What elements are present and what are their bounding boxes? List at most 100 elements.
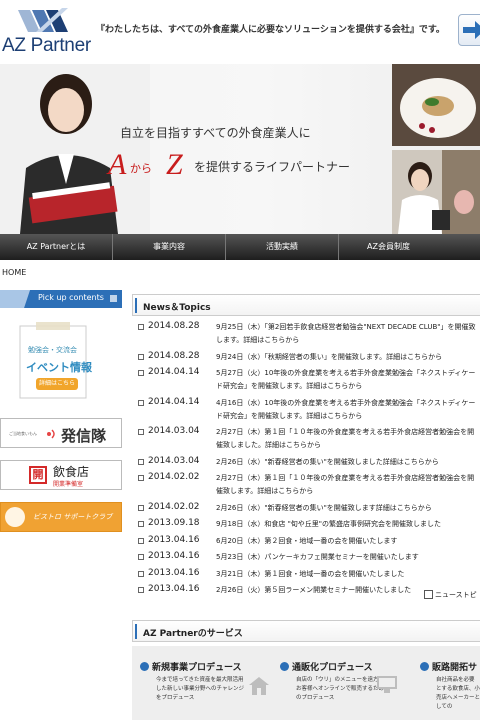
news-date: 2013.04.16: [148, 534, 200, 545]
arrow-circle-icon: [280, 662, 289, 671]
news-date: 2014.02.02: [148, 501, 200, 512]
inshoku-big-text: 飲食店: [53, 465, 90, 479]
news-item[interactable]: 2014.02.02 2月26日（水）"新春経営者の集い"を開催致します詳細はこち…: [138, 502, 480, 515]
services-section-header: AZ Partnerのサービス: [132, 620, 480, 642]
hero-headline: 自立を目指すすべての外食産業人に: [120, 126, 311, 140]
banner-restaurant-opening[interactable]: 開 飲食店 開業準備室: [0, 460, 122, 490]
arrow-circle-icon: [140, 662, 149, 671]
news-text[interactable]: 2月26日（水）"新春経営者の集い"を開催致しました詳細はこちらから: [216, 456, 480, 469]
news-bullet-icon: [138, 587, 144, 593]
news-text[interactable]: 6月20日（木）第２回食・地域一番の会を開催いたします: [216, 535, 480, 548]
news-date: 2014.04.14: [148, 396, 200, 407]
service-card-title: 新規事業プロデュース: [140, 660, 242, 673]
pickup-label: Pick up contents: [38, 293, 104, 302]
banner-gotochi-hasshintai[interactable]: ご当地食いもん 発信隊: [0, 418, 122, 448]
news-item[interactable]: 2014.04.14 5月27日（火）10年後の外食産業を考える若手外食産業勉強会…: [138, 367, 480, 393]
hero-kara: から: [130, 162, 152, 175]
news-more-label: ニューストピ: [435, 591, 477, 599]
news-bullet-icon: [138, 458, 144, 465]
hatsu-big-text: 発信隊: [61, 427, 107, 445]
event-info-card[interactable]: 勉強会・交流会 イベント情報 詳細はこちら: [18, 320, 92, 400]
service-card-title: 販路開拓サ: [420, 660, 477, 673]
site-header: AZ Partner 『わたしたちは、すべての外食産業人に必要なソリューションを…: [0, 0, 480, 64]
news-bullet-icon: [138, 353, 144, 360]
hero-subheadline: A から Z を提供するライフパートナー: [108, 148, 398, 188]
news-bullet-icon: [138, 324, 144, 330]
news-date: 2014.03.04: [148, 455, 200, 466]
news-text[interactable]: 9月25日（木）「第2回若手飲食店経営者勉強会"NEXT DECADE CLUB…: [216, 321, 480, 347]
service-card-sales-channel[interactable]: 販路開拓サ 自社商品を必要とする飲食店、小売店へメーカーとしての: [416, 650, 480, 712]
news-text[interactable]: 5月23日（木）パンケーキカフェ開業セミナーを開催いたします: [216, 551, 480, 564]
services-area: 新規事業プロデュース 今まで培ってきた資産を最大限活用した新しい事業分野へのチャ…: [132, 646, 480, 720]
hero-banner: 自立を目指すすべての外食産業人に A から Z を提供するライフパートナー: [0, 64, 480, 234]
news-section-header: News＆Topics: [132, 294, 480, 316]
more-arrow-icon: [424, 589, 433, 599]
news-item[interactable]: 2013.04.16 5月23日（木）パンケーキカフェ開業セミナーを開催いたします: [138, 551, 480, 564]
news-bullet-icon: [138, 521, 144, 527]
news-bullet-icon: [138, 429, 144, 435]
house-icon: [249, 677, 269, 695]
news-item[interactable]: 2014.04.14 4月16日（水）10年後の外食産業を考える若手外食産業勉強会…: [138, 397, 480, 423]
nav-item-activities[interactable]: 活動実績: [226, 234, 339, 260]
service-card-title: 通販化プロデュース: [280, 660, 373, 673]
news-text[interactable]: 2月27日（木）第１回「１０年後の外食産業を考える若手外食店経営者勉強会を開催致…: [216, 426, 480, 452]
news-date: 2013.04.16: [148, 567, 200, 578]
news-more-link[interactable]: ニューストピ: [424, 589, 477, 600]
news-bullet-icon: [138, 570, 144, 577]
breadcrumb[interactable]: HOME: [2, 268, 26, 277]
section-accent-bar: [135, 624, 137, 639]
news-text[interactable]: 4月16日（水）10年後の外食産業を考える若手外食産業勉強会「ネクストディケード…: [216, 397, 480, 423]
services-title: AZ Partnerのサービス: [143, 629, 243, 639]
news-item[interactable]: 2014.03.04 2月27日（木）第１回「１０年後の外食産業を考える若手外食店…: [138, 426, 480, 452]
news-text[interactable]: 9月18日（水）和食店 "旬や丘里"の繁盛店事例研究会を開催致しました: [216, 518, 480, 531]
news-item[interactable]: 2013.04.16 6月20日（木）第２回食・地域一番の会を開催いたします: [138, 535, 480, 548]
news-text[interactable]: 2月26日（水）"新春経営者の集い"を開催致します詳細はこちらから: [216, 502, 480, 515]
hero-letter-a: A: [108, 148, 127, 181]
site-logo[interactable]: AZ Partner: [2, 6, 91, 56]
service-card-new-business[interactable]: 新規事業プロデュース 今まで培ってきた資産を最大限活用した新しい事業分野へのチャ…: [136, 650, 272, 712]
news-title: News＆Topics: [143, 303, 211, 313]
news-text[interactable]: 3月21日（木）第１回食・地域一番の会を開催いたしました: [216, 568, 480, 581]
news-bullet-icon: [138, 537, 144, 544]
news-item[interactable]: 2014.02.02 2月27日（木）第１回「１０年後の外食産業を考える若手外食店…: [138, 472, 480, 498]
news-text[interactable]: 5月27日（火）10年後の外食産業を考える若手外食産業勉強会「ネクストディケード…: [216, 367, 480, 393]
news-date: 2014.02.02: [148, 472, 200, 482]
arrow-circle-icon: [420, 662, 429, 671]
news-date: 2014.03.04: [148, 426, 200, 436]
service-card-description: 今まで培ってきた資産を最大限活用した新しい事業分野へのチャレンジをプロデュース: [156, 677, 244, 701]
news-text[interactable]: 9月24日（水）「秋期経営者の集い」を開催致します。詳細はこちらから: [216, 351, 480, 364]
news-bullet-icon: [138, 475, 144, 481]
news-item[interactable]: 2013.09.18 9月18日（水）和食店 "旬や丘里"の繁盛店事例研究会を開催…: [138, 518, 480, 531]
hatsu-small-text: ご当地食いもん: [9, 431, 37, 436]
news-date: 2013.09.18: [148, 518, 200, 528]
pickup-header: Pick up contents: [0, 290, 122, 308]
news-date: 2014.08.28: [148, 350, 200, 361]
news-text[interactable]: 2月27日（木）第１回「１０年後の外食産業を考える若手外食店経営者勉強会を開催致…: [216, 472, 480, 498]
event-card-title: イベント情報: [26, 361, 92, 374]
monitor-icon: [377, 676, 397, 693]
nav-item-business[interactable]: 事業内容: [113, 234, 226, 260]
event-details-button[interactable]: 詳細はこちら: [36, 378, 78, 390]
news-item[interactable]: 2014.08.28 9月25日（木）「第2回若手飲食店経営者勉強会"NEXT D…: [138, 321, 480, 347]
chef-photo: [392, 150, 480, 234]
news-item[interactable]: 2013.04.16 3月21日（木）第１回食・地域一番の会を開催いたしました: [138, 568, 480, 581]
nav-item-about[interactable]: AZ Partnerとは: [0, 234, 113, 260]
logo-text: AZ Partner: [2, 35, 91, 56]
news-item[interactable]: 2014.03.04 2月26日（水）"新春経営者の集い"を開催致しました詳細はこ…: [138, 456, 480, 469]
nav-item-membership[interactable]: AZ会員制度: [339, 234, 480, 260]
banner-bistro-support[interactable]: ビストロ サポートクラブ: [0, 502, 122, 532]
site-tagline: 『わたしたちは、すべての外食産業人に必要なソリューションを提供する会社』です。: [96, 25, 445, 35]
az-logo-mark: [18, 8, 68, 32]
main-nav: AZ Partnerとは 事業内容 活動実績 AZ会員制度: [0, 234, 480, 260]
hero-letter-z: Z: [166, 148, 183, 181]
news-item[interactable]: 2014.08.28 9月24日（水）「秋期経営者の集い」を開催致します。詳細はこ…: [138, 351, 480, 364]
service-card-mail-order[interactable]: 通販化プロデュース 自店の「ウリ」のメニューを遠方のお客様へオンラインで販売する…: [276, 650, 412, 712]
event-card-subtitle: 勉強会・交流会: [28, 346, 77, 354]
next-arrow-button[interactable]: [458, 14, 480, 46]
news-bullet-icon: [138, 554, 144, 560]
bistro-logo-icon: [5, 507, 25, 527]
arrow-right-icon: [463, 21, 480, 39]
open-kanji-icon: 開: [29, 466, 47, 484]
service-card-description: 自店の「ウリ」のメニューを遠方のお客様へオンラインで販売するためのプロデュース: [296, 677, 385, 701]
news-date: 2013.04.16: [148, 584, 200, 594]
